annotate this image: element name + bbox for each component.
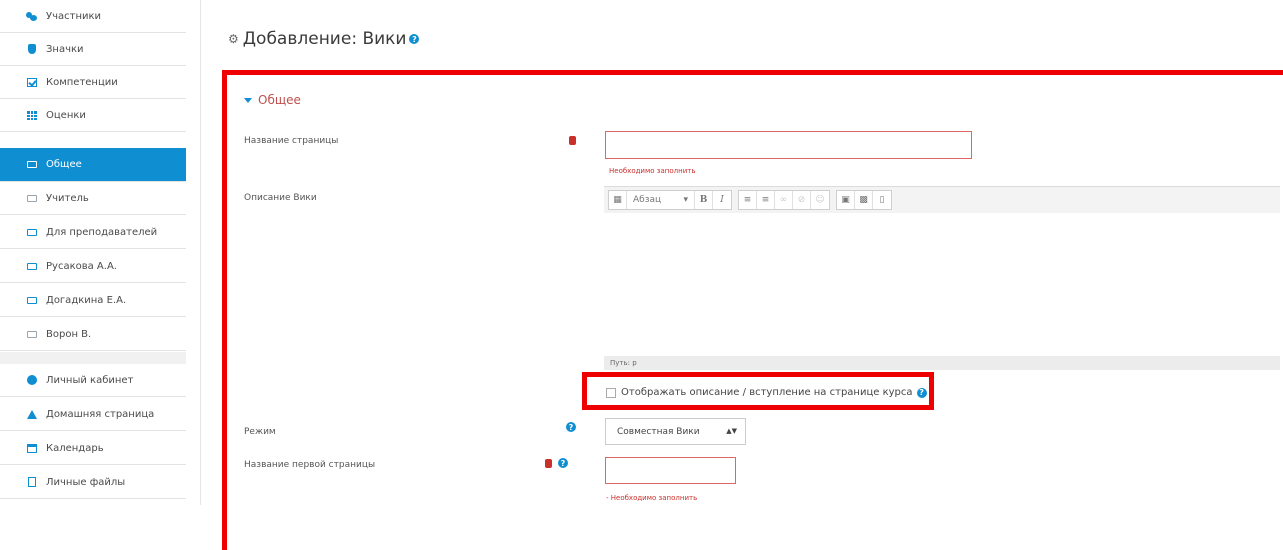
toolbar-group-media: ▣ ▩ ▯ (836, 190, 892, 210)
mode-select[interactable]: Совместная Вики ▲▼ (605, 418, 746, 445)
help-icon[interactable]: ? (558, 458, 568, 468)
nav-item-label: Значки (46, 43, 84, 55)
bold-button[interactable]: B (695, 191, 713, 209)
files-icon[interactable]: ▯ (873, 191, 891, 209)
users-icon (26, 11, 37, 21)
editor-toolbar: ▦ Абзац ▾ B I ≡ ≡ ∞ ⊘ ☺ ▣ ▩ ▯ (604, 186, 1280, 213)
required-icon (545, 459, 552, 468)
nav-item-label: Календарь (46, 442, 104, 454)
nav-item-competencies[interactable]: Компетенции (0, 66, 186, 99)
nav-item-participants[interactable]: Участники (0, 0, 186, 33)
nav-item-teacher[interactable]: Учитель (0, 182, 186, 215)
page-title-text: Добавление: Вики (242, 29, 407, 49)
nav-item-label: Личные файлы (46, 476, 126, 488)
required-icon (569, 136, 576, 145)
show-description-label: Отображать описание / вступление на стра… (621, 387, 913, 398)
emoticon-icon[interactable]: ☺ (811, 191, 829, 209)
help-icon[interactable]: ? (566, 422, 576, 432)
nav-separator (200, 0, 201, 505)
nav-item-label: Оценки (46, 109, 86, 121)
first-page-error: - Необходимо заполнить (606, 494, 698, 502)
page-name-input[interactable] (605, 131, 972, 159)
nav-divider (0, 352, 186, 364)
table-icon (26, 110, 37, 120)
checkbox-icon (26, 77, 37, 87)
unordered-list-icon[interactable]: ≡ (739, 191, 757, 209)
dashboard-icon (26, 375, 37, 385)
nav-item-label: Догадкина Е.А. (46, 294, 127, 306)
toolbar-group-lists: ≡ ≡ ∞ ⊘ ☺ (738, 190, 830, 210)
nav-item-rusakova[interactable]: Русакова А.А. (0, 250, 186, 283)
folder-icon (26, 193, 37, 203)
description-label: Описание Вики (244, 193, 317, 203)
nav-item-badges[interactable]: Значки (0, 33, 186, 66)
image-icon[interactable]: ▣ (837, 191, 855, 209)
toolbar-group-format: ▦ Абзац ▾ B I (608, 190, 732, 210)
nav-item-label: Учитель (46, 192, 89, 204)
italic-button[interactable]: I (713, 191, 731, 209)
first-page-label: Название первой страницы (244, 460, 376, 470)
select-arrows-icon: ▲▼ (726, 427, 737, 435)
nav-item-dashboard[interactable]: Личный кабинет (0, 364, 186, 397)
nav-item-dogadkina[interactable]: Догадкина Е.А. (0, 284, 186, 317)
nav-item-label: Для преподавателей (46, 226, 158, 238)
nav-item-home[interactable]: Домашняя страница (0, 398, 186, 431)
nav-item-label: Русакова А.А. (46, 260, 117, 272)
section-general-toggle[interactable]: Общее (244, 93, 301, 107)
media-icon[interactable]: ▩ (855, 191, 873, 209)
show-description-checkbox[interactable] (606, 387, 616, 398)
nav-item-label: Общее (46, 159, 82, 170)
page-title: ⚙ Добавление: Вики ? (228, 29, 420, 49)
calendar-icon (26, 443, 37, 453)
file-icon (26, 477, 37, 487)
show-description-option: Отображать описание / вступление на стра… (606, 387, 927, 398)
toolbar-toggle-icon[interactable]: ▦ (609, 191, 627, 209)
first-page-input[interactable] (605, 457, 736, 484)
course-navigation: Участники Значки Компетенции Оценки Обще… (0, 0, 186, 505)
editor-content-area[interactable] (604, 213, 1280, 356)
nav-item-general[interactable]: Общее (0, 148, 186, 182)
dropdown-arrow-icon: ▾ (683, 195, 688, 205)
page-name-label: Название страницы (244, 136, 339, 146)
paragraph-format-label: Абзац (633, 195, 662, 205)
folder-icon (26, 295, 37, 305)
mode-label: Режим (244, 427, 276, 437)
nav-item-label: Личный кабинет (46, 374, 134, 386)
ordered-list-icon[interactable]: ≡ (757, 191, 775, 209)
folder-icon (26, 329, 37, 339)
folder-icon (26, 160, 37, 170)
editor-path-bar: Путь: p (604, 356, 1280, 370)
help-icon[interactable]: ? (409, 34, 420, 44)
help-icon[interactable]: ? (916, 387, 927, 398)
mode-select-value: Совместная Вики (617, 426, 700, 437)
nav-item-voron[interactable]: Ворон В. (0, 318, 186, 351)
unlink-icon[interactable]: ⊘ (793, 191, 811, 209)
nav-item-calendar[interactable]: Календарь (0, 432, 186, 465)
folder-icon (26, 261, 37, 271)
paragraph-format-select[interactable]: Абзац ▾ (627, 191, 695, 209)
nav-item-label: Домашняя страница (46, 408, 155, 420)
puzzle-icon: ⚙ (228, 32, 239, 46)
section-title: Общее (258, 93, 301, 107)
nav-item-private-files[interactable]: Личные файлы (0, 466, 186, 499)
folder-icon (26, 227, 37, 237)
link-icon[interactable]: ∞ (775, 191, 793, 209)
nav-item-for-teachers[interactable]: Для преподавателей (0, 216, 186, 249)
nav-item-grades[interactable]: Оценки (0, 99, 186, 132)
shield-icon (26, 44, 37, 54)
nav-item-label: Участники (46, 10, 102, 22)
nav-item-label: Компетенции (46, 76, 118, 88)
caret-down-icon (244, 97, 252, 103)
nav-item-label: Ворон В. (46, 328, 92, 340)
home-icon (26, 409, 37, 419)
page-name-error: Необходимо заполнить (609, 167, 696, 175)
